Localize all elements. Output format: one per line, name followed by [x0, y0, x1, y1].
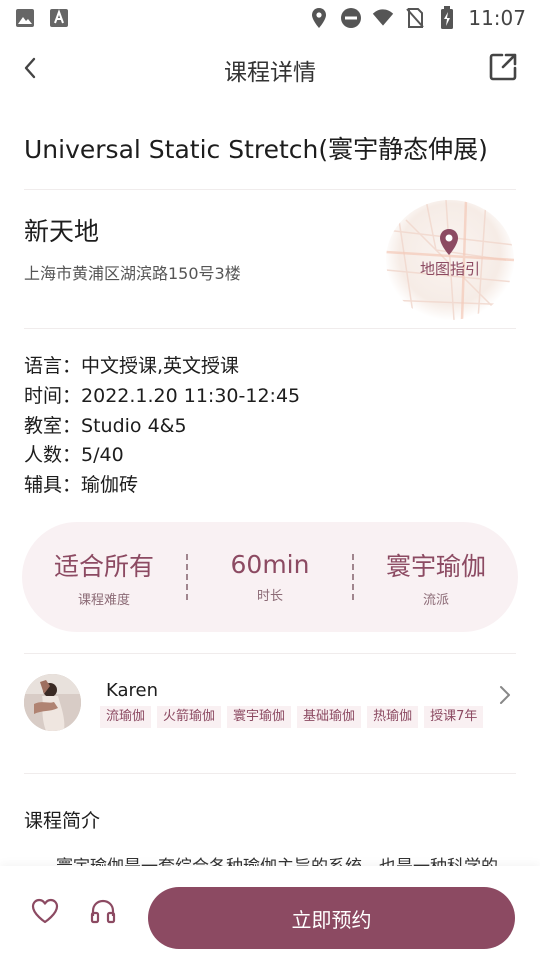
share-button[interactable] [486, 52, 520, 86]
info-room: 教室： Studio 4&5 [24, 412, 300, 442]
location-address: 上海市黄浦区湖滨路150号3楼 [24, 264, 241, 283]
info-value: 瑜伽砖 [81, 474, 139, 497]
map-guide-label: 地图指引 [419, 260, 480, 278]
stat-label: 时长 [256, 589, 283, 604]
info-label: 时间： [24, 384, 82, 407]
course-info-list: 语言： 中文授课,英文授课 时间： 2022.1.20 11:30-12:45 教室… [24, 352, 300, 501]
avatar [24, 674, 81, 731]
share-icon [488, 52, 518, 86]
heart-icon [30, 898, 60, 930]
teacher-tag: 火箭瑜伽 [157, 706, 222, 728]
back-arrow-icon [22, 56, 38, 84]
stat-value: 60min [230, 550, 310, 579]
map-pin-icon [438, 228, 460, 256]
favorite-button[interactable] [30, 896, 60, 926]
audio-button[interactable] [88, 896, 118, 926]
teacher-tag: 寰宇瑜伽 [227, 706, 292, 728]
teacher-tag: 授课7年 [424, 706, 484, 728]
teacher-card[interactable]: Karen 流瑜伽 火箭瑜伽 寰宇瑜伽 基础瑜伽 热瑜伽 授课7年 [24, 674, 518, 758]
wifi-icon [372, 7, 394, 29]
stat-label: 流派 [422, 592, 449, 608]
info-value: Studio 4&5 [81, 414, 187, 437]
course-stats: 适合所有 课程难度 60min 时长 寰宇瑜伽 流派 [22, 522, 518, 632]
info-value: 2022.1.20 11:30-12:45 [81, 384, 301, 407]
teacher-tags: 流瑜伽 火箭瑜伽 寰宇瑜伽 基础瑜伽 热瑜伽 授课7年 [100, 706, 492, 728]
info-label: 辅具： [24, 474, 82, 497]
intro-title: 课程简介 [24, 810, 101, 832]
info-value: 中文授课,英文授课 [81, 355, 240, 377]
back-button[interactable] [14, 54, 46, 86]
book-now-button[interactable]: 立即预约 [148, 887, 515, 949]
course-title: Universal Static Stretch(寰宇静态伸展) [24, 135, 488, 164]
stat-separator [352, 554, 354, 600]
dnd-icon [340, 7, 362, 29]
divider [24, 773, 516, 774]
info-equipment: 辅具： 瑜伽砖 [24, 471, 300, 501]
stat-separator [186, 554, 188, 600]
info-label: 语言： [24, 355, 82, 377]
headphones-icon [88, 899, 118, 930]
stat-label: 课程难度 [77, 592, 130, 608]
info-language: 语言： 中文授课,英文授课 [24, 352, 300, 382]
info-value: 5/40 [81, 444, 124, 467]
divider [24, 189, 516, 190]
battery-icon [436, 6, 458, 29]
stat-value: 寰宇瑜伽 [385, 551, 486, 581]
divider [24, 653, 516, 654]
info-label: 教室： [24, 414, 82, 437]
teacher-tag: 基础瑜伽 [297, 706, 362, 728]
teacher-tag: 热瑜伽 [367, 706, 419, 728]
stat-style: 寰宇瑜伽 流派 [354, 547, 518, 608]
bottom-action-bar: 立即预约 [0, 866, 540, 960]
stat-value: 适合所有 [53, 551, 154, 581]
map-guide-button[interactable]: 地图指引 [386, 200, 514, 320]
location-name: 新天地 [24, 217, 100, 246]
teacher-tag: 流瑜伽 [100, 706, 152, 728]
chevron-right-icon [496, 684, 514, 706]
location-icon [308, 7, 330, 29]
no-sim-icon [404, 7, 426, 29]
status-bar: 11:07 [0, 0, 540, 36]
info-capacity: 人数： 5/40 [24, 441, 300, 471]
stat-duration: 60min 时长 [188, 550, 352, 604]
stat-difficulty: 适合所有 课程难度 [22, 547, 186, 608]
info-time: 时间： 2022.1.20 11:30-12:45 [24, 382, 300, 412]
info-label: 人数： [24, 444, 82, 467]
image-icon [14, 7, 36, 29]
text-icon [48, 7, 70, 29]
status-time: 11:07 [468, 6, 526, 30]
nav-header: 课程详情 [0, 40, 540, 100]
divider [24, 328, 516, 329]
teacher-name: Karen [106, 680, 159, 701]
page-title: 课程详情 [224, 60, 316, 86]
